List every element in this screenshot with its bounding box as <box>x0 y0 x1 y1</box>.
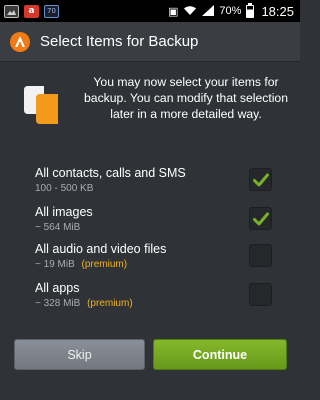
battery-icon <box>246 2 255 18</box>
calendar-icon: 70 <box>44 4 59 18</box>
checkbox-contacts[interactable] <box>249 168 272 191</box>
item-title: All images <box>35 205 93 219</box>
signal-icon <box>202 4 215 18</box>
checkmark-icon <box>252 173 269 186</box>
intro-section: You may now select your items for backup… <box>0 62 300 142</box>
battery-percent: 70% <box>219 5 242 17</box>
wifi-icon <box>183 5 197 18</box>
item-size: 100 - 500 KB <box>35 183 93 194</box>
clock: 18:25 <box>261 3 294 19</box>
checkbox-apps[interactable] <box>249 283 272 306</box>
page-title: Select Items for Backup <box>40 33 199 50</box>
checkbox-images[interactable] <box>249 207 272 230</box>
continue-button[interactable]: Continue <box>153 339 287 370</box>
list-item-contacts[interactable]: All contacts, calls and SMS 100 - 500 KB <box>0 166 300 206</box>
status-bar: a 70 ▣ 70% 18:25 <box>0 0 300 22</box>
premium-badge: (premium) <box>87 298 133 309</box>
item-size-value: 100 - 500 KB <box>35 183 94 194</box>
gallery-icon <box>4 4 19 18</box>
status-bar-left: a 70 <box>4 4 59 18</box>
item-size: ~ 564 MiB <box>35 222 80 233</box>
item-size-value: ~ 564 MiB <box>35 222 81 233</box>
nfc-icon: ▣ <box>168 4 179 18</box>
avast-logo-icon[interactable] <box>9 31 31 53</box>
list-item-audio-video[interactable]: All audio and video files ~ 19 MiB (prem… <box>0 242 300 282</box>
checkbox-audio-video[interactable] <box>249 244 272 267</box>
item-size: ~ 19 MiB (premium) <box>35 259 127 270</box>
calendar-day: 70 <box>47 7 56 15</box>
backup-copy-icon <box>24 86 58 124</box>
avast-icon: a <box>24 4 39 18</box>
item-title: All contacts, calls and SMS <box>35 166 186 180</box>
title-bar: Select Items for Backup <box>0 22 300 62</box>
premium-badge: (premium) <box>81 259 128 270</box>
list-item-apps[interactable]: All apps ~ 328 MiB (premium) <box>0 281 300 321</box>
checkmark-icon <box>252 212 269 225</box>
status-bar-right: ▣ 70% 18:25 <box>168 2 294 19</box>
intro-text: You may now select your items for backup… <box>84 75 288 121</box>
list-item-images[interactable]: All images ~ 564 MiB <box>0 205 300 245</box>
item-size-value: ~ 328 MiB <box>35 298 81 309</box>
item-title: All audio and video files <box>35 242 167 256</box>
item-title: All apps <box>35 281 80 295</box>
skip-button[interactable]: Skip <box>14 339 145 370</box>
item-size-value: ~ 19 MiB <box>35 259 75 270</box>
item-size: ~ 328 MiB (premium) <box>35 298 133 309</box>
